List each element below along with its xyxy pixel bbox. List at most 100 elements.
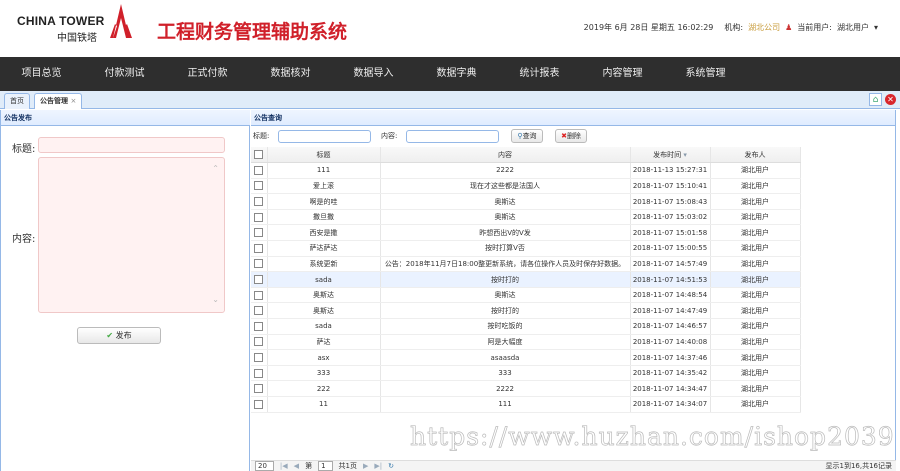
home-icon[interactable]: ⌂	[869, 93, 882, 106]
title-input[interactable]	[38, 137, 225, 153]
prev-page-icon[interactable]: ◀	[294, 462, 299, 470]
scroll-up-icon[interactable]: ⌃	[212, 164, 219, 173]
table-row[interactable]: 啊是的哇 奥斯达 2018-11-07 15:08:43 湖北用户	[251, 193, 801, 210]
row-select-cell	[251, 256, 268, 273]
row-checkbox[interactable]	[254, 399, 264, 409]
scroll-down-icon[interactable]: ⌄	[212, 295, 219, 304]
row-checkbox[interactable]	[254, 197, 264, 207]
search-title-input[interactable]	[278, 130, 371, 143]
row-checkbox[interactable]	[254, 368, 264, 378]
select-all-checkbox[interactable]	[254, 150, 264, 160]
query-button[interactable]: ⚲查询	[511, 129, 543, 143]
row-select-cell	[251, 334, 268, 351]
col-title[interactable]: 标题	[267, 147, 381, 164]
nav-item[interactable]: 内容管理	[581, 57, 664, 91]
user-value[interactable]: 湖北用户	[837, 22, 869, 33]
row-time: 2018-11-07 14:37:46	[630, 349, 711, 366]
logo-text-cn: 中国铁塔	[57, 33, 97, 44]
table-row[interactable]: 333 333 2018-11-07 14:35:42 湖北用户	[251, 365, 801, 382]
table-row[interactable]: 11 111 2018-11-07 14:34:07 湖北用户	[251, 396, 801, 413]
row-select-cell	[251, 349, 268, 366]
row-checkbox[interactable]	[254, 384, 264, 394]
table-row[interactable]: 爱上滚 现在才这些都是法国人 2018-11-07 15:10:41 湖北用户	[251, 178, 801, 195]
last-page-icon[interactable]: ▶|	[374, 462, 382, 470]
row-content: 公告：2018年11月7日18:00整更新系统，请各位操作人员及时保存好数据。	[380, 256, 631, 273]
table-row[interactable]: 萨达 阿是大幅度 2018-11-07 14:40:08 湖北用户	[251, 334, 801, 351]
refresh-icon[interactable]: ↻	[388, 462, 394, 470]
page-input[interactable]: 1	[318, 461, 333, 471]
nav-item[interactable]: 数据字典	[415, 57, 498, 91]
content-textarea[interactable]: ⌃ ⌄	[38, 157, 225, 313]
close-tab-icon[interactable]: ×	[70, 97, 76, 105]
row-checkbox[interactable]	[254, 290, 264, 300]
tab-label: 公告管理	[40, 97, 68, 105]
row-checkbox[interactable]	[254, 321, 264, 331]
delete-label: 删除	[566, 132, 581, 140]
row-checkbox[interactable]	[254, 337, 264, 347]
table-row[interactable]: 奥斯达 奥斯达 2018-11-07 14:48:54 湖北用户	[251, 287, 801, 304]
row-content: 现在才这些都是法国人	[380, 178, 631, 195]
row-checkbox[interactable]	[254, 228, 264, 238]
table-row[interactable]: 撒旦撒 奥斯达 2018-11-07 15:03:02 湖北用户	[251, 209, 801, 226]
tab-home[interactable]: 首页	[4, 93, 30, 109]
row-select-cell	[251, 302, 268, 320]
row-title: 啊是的哇	[267, 193, 381, 210]
tab-label: 首页	[10, 97, 24, 105]
col-time[interactable]: 发布时间 ▾	[630, 147, 711, 164]
table-row[interactable]: 萨达萨达 按时打算V否 2018-11-07 15:00:55 湖北用户	[251, 240, 801, 257]
row-time: 2018-11-07 15:01:58	[630, 224, 711, 242]
delete-button[interactable]: ✖删除	[555, 129, 587, 143]
row-content: 奥斯达	[380, 193, 631, 210]
row-checkbox[interactable]	[254, 181, 264, 191]
next-page-icon[interactable]: ▶	[363, 462, 368, 470]
row-checkbox[interactable]	[254, 353, 264, 363]
row-checkbox[interactable]	[254, 165, 264, 175]
row-content: 2222	[380, 380, 631, 397]
search-content-input[interactable]	[406, 130, 499, 143]
table-row[interactable]: 系统更新 公告：2018年11月7日18:00整更新系统，请各位操作人员及时保存好…	[251, 256, 801, 273]
close-all-icon[interactable]: ✕	[885, 94, 896, 105]
row-content: 奥斯达	[380, 287, 631, 304]
row-select-cell	[251, 380, 268, 397]
publish-button[interactable]: ✔ 发布	[77, 327, 161, 344]
nav-item[interactable]: 系统管理	[664, 57, 747, 91]
row-content: 2222	[380, 162, 631, 179]
row-checkbox[interactable]	[254, 243, 264, 253]
table-row[interactable]: sada 按时吃饭的 2018-11-07 14:46:57 湖北用户	[251, 318, 801, 335]
table-row[interactable]: asx asaasda 2018-11-07 14:37:46 湖北用户	[251, 349, 801, 366]
page-size-select[interactable]: 20	[255, 461, 274, 471]
table-row[interactable]: 111 2222 2018-11-13 15:27:31 湖北用户	[251, 162, 801, 179]
row-publisher: 湖北用户	[710, 193, 801, 210]
org-label: 机构:	[724, 23, 744, 32]
first-page-icon[interactable]: |◀	[280, 462, 288, 470]
row-select-cell	[251, 271, 268, 288]
user-dropdown-icon[interactable]: ▾	[874, 23, 878, 32]
nav-item[interactable]: 统计报表	[498, 57, 581, 91]
tab-announcement[interactable]: 公告管理 ×	[34, 93, 83, 109]
row-content: 333	[380, 365, 631, 382]
row-publisher: 湖北用户	[710, 365, 801, 382]
nav-item[interactable]: 数据核对	[249, 57, 332, 91]
row-checkbox[interactable]	[254, 275, 264, 285]
nav-item[interactable]: 正式付款	[166, 57, 249, 91]
col-publisher[interactable]: 发布人	[710, 147, 801, 164]
row-select-cell	[251, 365, 268, 382]
table-row[interactable]: 西安是撒 昨想西出V的V发 2018-11-07 15:01:58 湖北用户	[251, 224, 801, 242]
row-checkbox[interactable]	[254, 259, 264, 269]
table-row[interactable]: 奥斯达 按时打的 2018-11-07 14:47:49 湖北用户	[251, 302, 801, 320]
page-prefix: 第	[305, 462, 313, 470]
row-select-cell	[251, 224, 268, 242]
table-row[interactable]: sada 按时打的 2018-11-07 14:51:53 湖北用户	[251, 271, 801, 288]
page-total: 共1页	[338, 462, 357, 470]
col-content[interactable]: 内容	[380, 147, 631, 164]
row-title: 爱上滚	[267, 178, 381, 195]
row-checkbox[interactable]	[254, 306, 264, 316]
nav-item[interactable]: 付款测试	[83, 57, 166, 91]
row-checkbox[interactable]	[254, 212, 264, 222]
nav-item[interactable]: 数据导入	[332, 57, 415, 91]
table-row[interactable]: 222 2222 2018-11-07 14:34:47 湖北用户	[251, 380, 801, 397]
row-content: 按时打的	[380, 302, 631, 320]
row-title: 萨达	[267, 334, 381, 351]
china-tower-logo: CHINA TOWER 中国铁塔	[17, 4, 132, 44]
nav-item[interactable]: 项目总览	[0, 57, 83, 91]
